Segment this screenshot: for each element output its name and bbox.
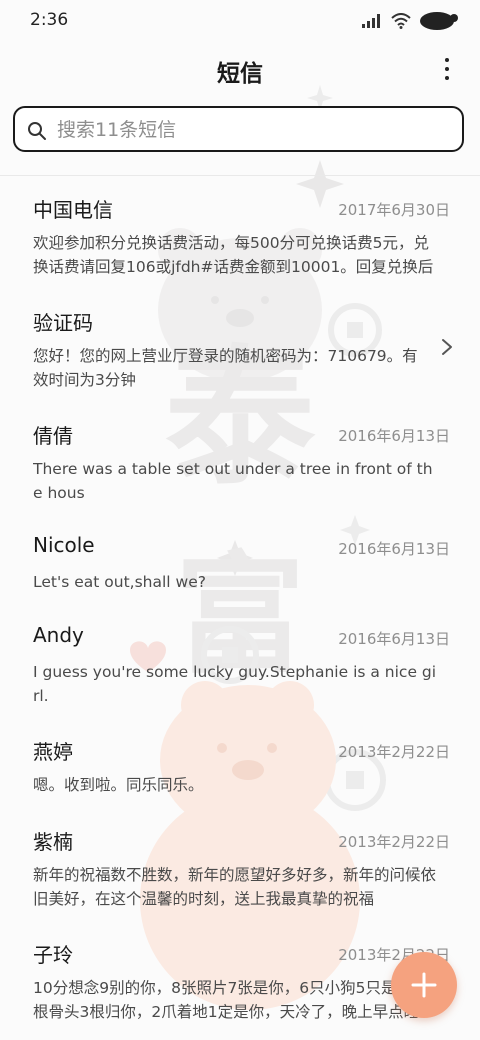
message-preview: 10分想念9别的你，8张照片7张是你，6只小狗5只是你，4根骨头3根归你，2爪着… [33, 979, 438, 1021]
message-date: 2017年6月30日 [338, 201, 450, 219]
message-item[interactable]: 中国电信 2017年6月30日 欢迎参加积分兑换话费活动，每500分可兑换话费5… [0, 194, 480, 290]
signal-icon [362, 14, 380, 28]
message-sender: Nicole [33, 533, 95, 557]
message-date: 2016年6月13日 [338, 540, 450, 558]
message-sender: 紫楠 [33, 830, 73, 854]
message-preview: 您好！您的网上营业厅登录的随机密码为：710679。有效时间为3分钟 [33, 347, 418, 389]
message-item[interactable]: 紫楠 2013年2月22日 新年的祝福数不胜数，新年的愿望好多好多，新年的问候依… [0, 826, 480, 922]
message-date: 2013年2月22日 [338, 833, 450, 851]
message-preview: 嗯。收到啦。同乐同乐。 [33, 776, 204, 794]
message-preview: I guess you're some lucky guy.Stephanie … [33, 663, 437, 705]
more-options-button[interactable] [436, 54, 458, 84]
wifi-icon [391, 13, 411, 29]
message-preview: Let's eat out,shall we? [33, 573, 206, 591]
divider [0, 175, 480, 176]
app-header: 短信 [0, 42, 480, 98]
new-message-button[interactable] [391, 952, 457, 1018]
more-vertical-icon [445, 58, 449, 62]
message-date: 2013年2月22日 [338, 743, 450, 761]
message-date: 2016年6月13日 [338, 630, 450, 648]
message-item[interactable]: 验证码 您好！您的网上营业厅登录的随机密码为：710679。有效时间为3分钟 [0, 307, 480, 403]
message-sender: 中国电信 [33, 198, 113, 222]
message-sender: 验证码 [33, 311, 93, 335]
message-item[interactable]: 倩倩 2016年6月13日 There was a table set out … [0, 420, 480, 516]
search-icon [28, 122, 46, 140]
message-sender: Andy [33, 623, 84, 647]
message-preview: There was a table set out under a tree i… [33, 460, 433, 502]
message-sender: 子玲 [33, 943, 73, 967]
chevron-right-icon[interactable] [440, 338, 454, 356]
plus-icon [411, 972, 437, 998]
status-time: 2:36 [30, 10, 69, 30]
message-sender: 燕婷 [33, 740, 73, 764]
message-sender: 倩倩 [33, 424, 73, 448]
status-icons [362, 10, 458, 32]
status-bar: 2:36 [0, 0, 480, 42]
message-item[interactable]: 燕婷 2013年2月22日 嗯。收到啦。同乐同乐。 [0, 736, 480, 816]
message-item[interactable]: Andy 2016年6月13日 I guess you're some luck… [0, 623, 480, 719]
page-title: 短信 [217, 61, 263, 87]
message-preview: 欢迎参加积分兑换话费活动，每500分可兑换话费5元，兑换话费请回复106或jfd… [33, 234, 434, 276]
battery-icon [420, 12, 458, 30]
message-preview: 新年的祝福数不胜数，新年的愿望好多好多，新年的问候依旧美好，在这个温馨的时刻，送… [33, 866, 437, 908]
message-item[interactable]: Nicole 2016年6月13日 Let's eat out,shall we… [0, 533, 480, 613]
search-input[interactable] [55, 108, 459, 152]
message-date: 2016年6月13日 [338, 427, 450, 445]
search-bar[interactable] [13, 106, 464, 152]
